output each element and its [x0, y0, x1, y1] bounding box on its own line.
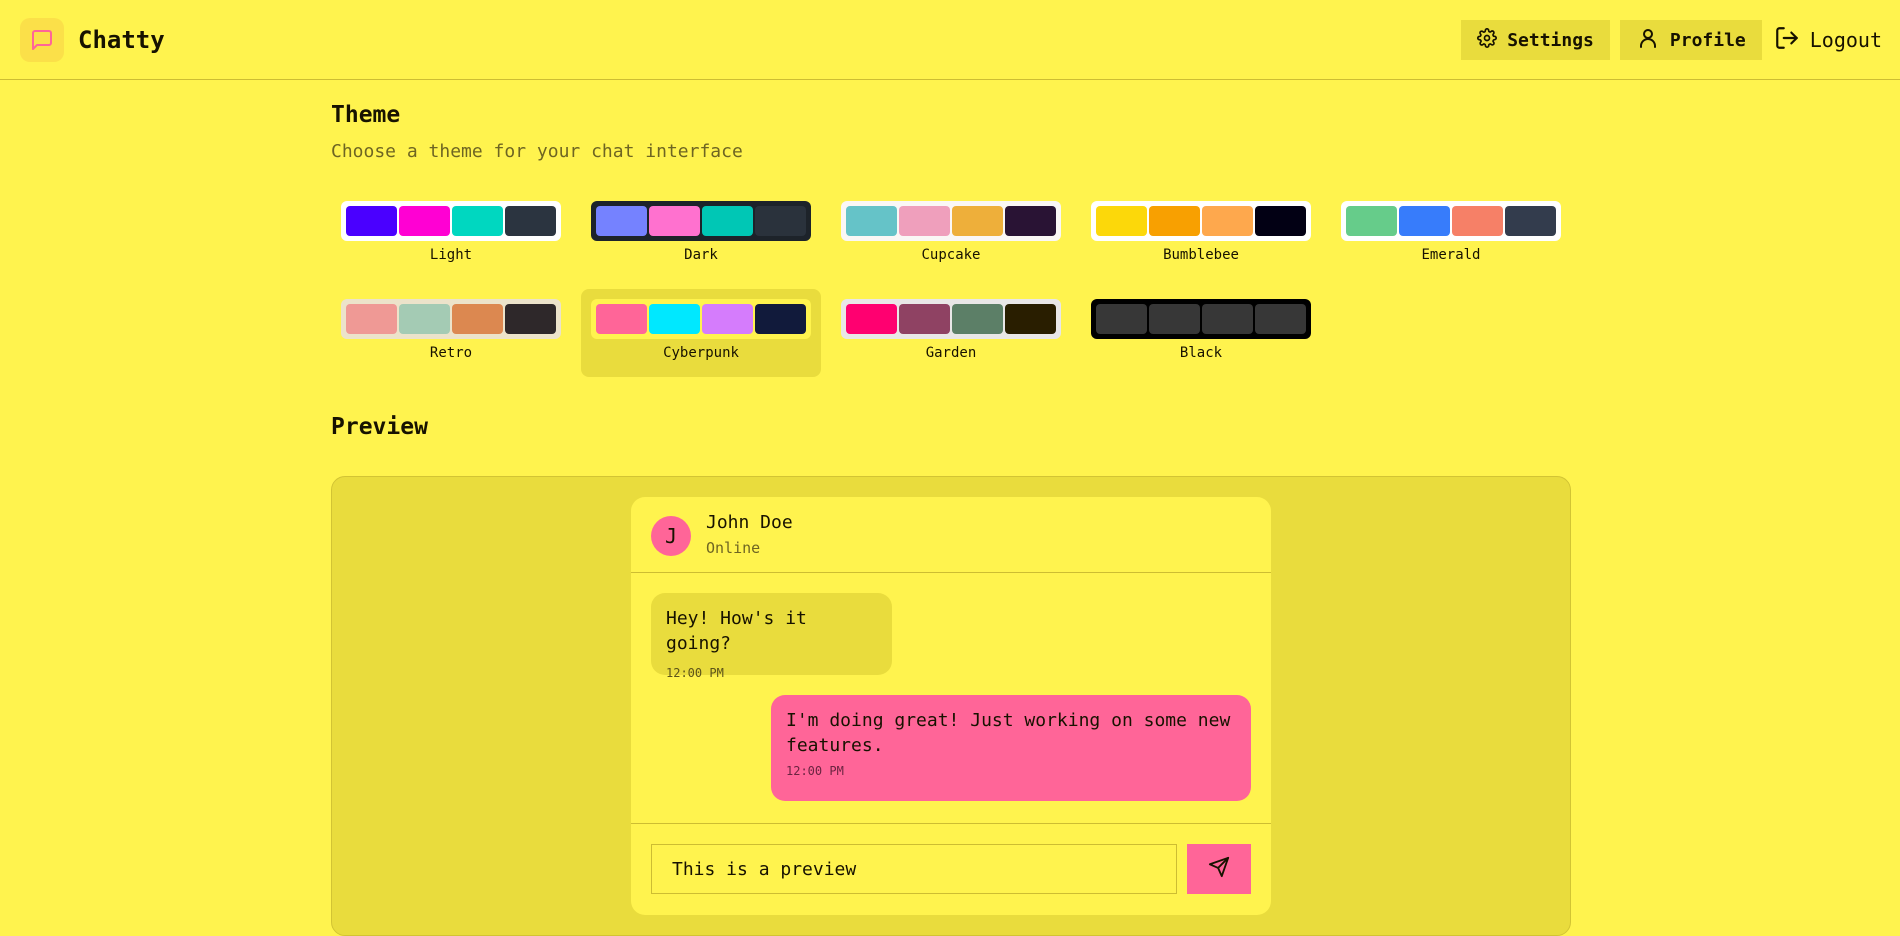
avatar: J [651, 516, 691, 556]
theme-name: Emerald [1421, 247, 1481, 263]
logout-icon [1774, 25, 1800, 56]
contact-status: Online [706, 539, 761, 557]
theme-name: Garden [925, 345, 977, 361]
theme-swatch [841, 201, 1061, 241]
swatch-color [1399, 206, 1450, 236]
theme-name: Light [429, 247, 473, 263]
message-text: Hey! How's it going? [666, 608, 807, 654]
swatch-color [952, 304, 1003, 334]
swatch-color [649, 206, 700, 236]
logout-label: Logout [1809, 28, 1882, 52]
swatch-color [1505, 206, 1556, 236]
theme-name: Dark [684, 247, 718, 263]
chat-header: J John Doe Online [631, 497, 1271, 573]
top-navbar: Chatty Settings Profile Logout [0, 0, 1900, 80]
swatch-color [1346, 206, 1397, 236]
swatch-color [596, 304, 647, 334]
theme-name: Cyberpunk [663, 345, 739, 361]
preview-heading: Preview [331, 414, 428, 440]
theme-name: Cupcake [921, 247, 981, 263]
swatch-color [1096, 304, 1147, 334]
swatch-color [399, 304, 450, 334]
swatch-color [1005, 206, 1056, 236]
message-time: 12:00 PM [786, 764, 844, 778]
theme-swatch [341, 299, 561, 339]
swatch-color [1255, 304, 1306, 334]
chat-input-bar [631, 823, 1271, 915]
theme-name: Bumblebee [1163, 247, 1239, 263]
profile-button[interactable]: Profile [1619, 20, 1762, 60]
swatch-color [1255, 206, 1306, 236]
profile-label: Profile [1669, 29, 1746, 51]
swatch-color [846, 206, 897, 236]
theme-option-retro[interactable]: Retro [331, 289, 571, 377]
chat-window: J John Doe Online Hey! How's it going? 1… [631, 497, 1271, 915]
swatch-color [755, 304, 806, 334]
user-icon [1636, 26, 1660, 55]
swatch-color [702, 206, 753, 236]
preview-panel: J John Doe Online Hey! How's it going? 1… [331, 476, 1571, 936]
theme-swatch [841, 299, 1061, 339]
swatch-color [596, 206, 647, 236]
message-sent: I'm doing great! Just working on some ne… [771, 695, 1251, 801]
swatch-color [899, 304, 950, 334]
swatch-color [846, 304, 897, 334]
settings-label: Settings [1507, 29, 1594, 51]
swatch-color [702, 304, 753, 334]
swatch-color [1452, 206, 1503, 236]
swatch-color [1149, 304, 1200, 334]
nav-actions: Settings Profile Logout [1461, 20, 1882, 60]
swatch-color [452, 304, 503, 334]
theme-swatch [341, 201, 561, 241]
message-input[interactable] [651, 844, 1177, 894]
theme-subtitle: Choose a theme for your chat interface [331, 141, 743, 162]
swatch-color [649, 304, 700, 334]
swatch-color [1202, 304, 1253, 334]
contact-name: John Doe [706, 512, 793, 533]
theme-option-black[interactable]: Black [1081, 289, 1321, 377]
swatch-color [346, 206, 397, 236]
theme-option-cyberpunk[interactable]: Cyberpunk [581, 289, 821, 377]
theme-swatch [591, 201, 811, 241]
brand[interactable]: Chatty [20, 18, 165, 62]
message-square-icon [20, 18, 64, 62]
swatch-color [1202, 206, 1253, 236]
theme-swatch [1091, 299, 1311, 339]
swatch-color [952, 206, 1003, 236]
theme-option-light[interactable]: Light [331, 191, 571, 279]
swatch-color [452, 206, 503, 236]
swatch-color [899, 206, 950, 236]
swatch-color [399, 206, 450, 236]
theme-name: Retro [429, 345, 473, 361]
message-text: I'm doing great! Just working on some ne… [786, 710, 1231, 756]
message-received: Hey! How's it going? 12:00 PM [651, 593, 892, 680]
swatch-color [1005, 304, 1056, 334]
logout-button[interactable]: Logout [1772, 20, 1882, 60]
swatch-color [505, 304, 556, 334]
settings-button[interactable]: Settings [1461, 20, 1610, 60]
app-name: Chatty [78, 26, 165, 54]
theme-option-cupcake[interactable]: Cupcake [831, 191, 1071, 279]
theme-swatch [1341, 201, 1561, 241]
theme-name: Black [1179, 345, 1223, 361]
theme-option-garden[interactable]: Garden [831, 289, 1071, 377]
swatch-color [755, 206, 806, 236]
gear-icon [1477, 27, 1498, 53]
send-button[interactable] [1187, 844, 1251, 894]
theme-option-dark[interactable]: Dark [581, 191, 821, 279]
theme-swatch [1091, 201, 1311, 241]
swatch-color [346, 304, 397, 334]
swatch-color [1096, 206, 1147, 236]
theme-option-bumblebee[interactable]: Bumblebee [1081, 191, 1321, 279]
theme-swatch [591, 299, 811, 339]
theme-option-emerald[interactable]: Emerald [1331, 191, 1571, 279]
message-time: 12:00 PM [666, 666, 724, 680]
swatch-color [1149, 206, 1200, 236]
swatch-color [505, 206, 556, 236]
send-icon [1208, 856, 1230, 882]
theme-heading: Theme [331, 102, 401, 128]
